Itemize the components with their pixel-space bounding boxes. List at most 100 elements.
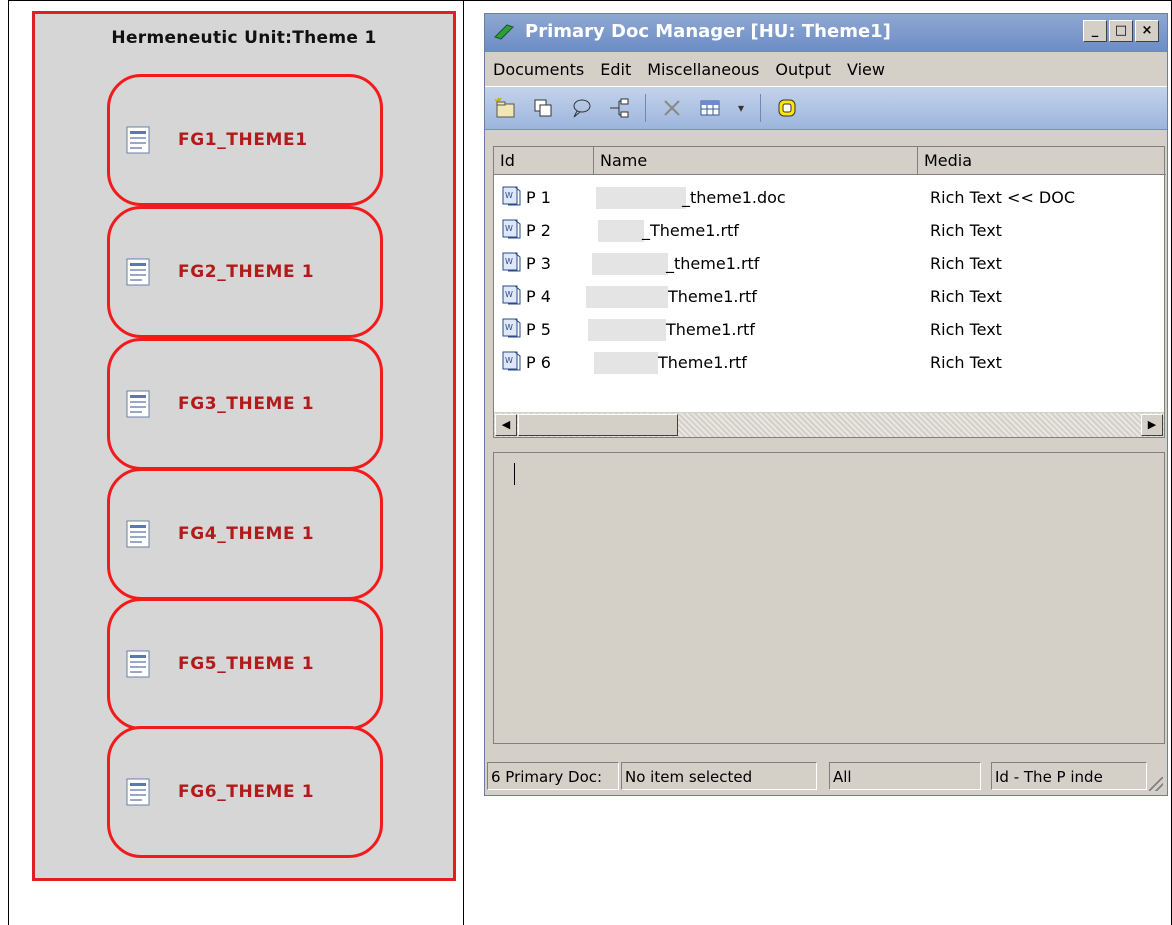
menu-miscellaneous[interactable]: Miscellaneous xyxy=(639,60,767,79)
doc-box-fg4: FG4_THEME 1 xyxy=(107,468,383,600)
word-document-icon: W xyxy=(502,285,521,305)
word-document-icon xyxy=(126,126,150,154)
app-icon xyxy=(494,24,514,40)
status-sort: Id - The P inde xyxy=(991,762,1147,790)
delete-icon[interactable] xyxy=(660,96,684,120)
word-document-icon: W xyxy=(502,318,521,338)
svg-text:W: W xyxy=(505,191,513,200)
doc-box-fg2: FG2_THEME 1 xyxy=(107,206,383,338)
column-header-name[interactable]: Name xyxy=(594,147,918,175)
word-document-icon xyxy=(126,520,150,548)
row-media: Rich Text xyxy=(930,353,1002,372)
redacted-block xyxy=(594,352,658,374)
documents-list[interactable]: Id Name Media W P 1 _theme1.doc Rich Tex… xyxy=(493,146,1166,438)
column-header-id[interactable]: Id xyxy=(494,147,594,175)
highlight-icon[interactable] xyxy=(775,96,799,120)
list-item[interactable]: W P 1 _theme1.doc Rich Text << DOC xyxy=(494,181,1164,214)
svg-text:W: W xyxy=(505,356,513,365)
row-media: Rich Text << DOC xyxy=(930,188,1076,207)
row-name: _Theme1.rtf xyxy=(642,221,739,240)
scroll-right-button[interactable]: ▶ xyxy=(1141,414,1163,436)
toolbar-separator xyxy=(760,94,761,122)
list-header: Id Name Media xyxy=(494,147,1166,175)
doc-label: FG4_THEME 1 xyxy=(178,524,315,544)
doc-label: FG6_THEME 1 xyxy=(178,782,315,802)
resize-grip[interactable] xyxy=(1149,777,1163,791)
maximize-button[interactable]: □ xyxy=(1109,20,1133,42)
scroll-left-button[interactable]: ◀ xyxy=(495,414,517,436)
copy-icon[interactable] xyxy=(531,96,555,120)
list-item[interactable]: W P 6 Theme1.rtf Rich Text xyxy=(494,346,1164,379)
redacted-block xyxy=(592,253,668,275)
list-item[interactable]: W P 4 Theme1.rtf Rich Text xyxy=(494,280,1164,313)
doc-label: FG1_THEME1 xyxy=(178,130,308,150)
status-bar: 6 Primary Doc: No item selected All Id -… xyxy=(485,757,1167,795)
doc-box-fg1: FG1_THEME1 xyxy=(107,74,383,206)
new-document-icon[interactable] xyxy=(493,96,517,120)
svg-text:W: W xyxy=(505,224,513,233)
window-controls: _ □ × xyxy=(1083,20,1159,42)
row-media: Rich Text xyxy=(930,221,1002,240)
row-name: _theme1.rtf xyxy=(666,254,760,273)
comment-icon[interactable] xyxy=(569,96,593,120)
menu-bar: Documents Edit Miscellaneous Output View xyxy=(485,52,1167,86)
word-document-icon xyxy=(126,650,150,678)
redacted-block xyxy=(598,220,644,242)
row-id: P 5 xyxy=(526,320,551,339)
row-id: P 1 xyxy=(526,188,551,207)
doc-label: FG3_THEME 1 xyxy=(178,394,315,414)
list-item[interactable]: W P 5 Theme1.rtf Rich Text xyxy=(494,313,1164,346)
minimize-button[interactable]: _ xyxy=(1083,20,1107,42)
menu-edit[interactable]: Edit xyxy=(592,60,639,79)
word-document-icon xyxy=(126,390,150,418)
primary-doc-manager-window: Primary Doc Manager [HU: Theme1] _ □ × D… xyxy=(484,13,1168,796)
hermeneutic-unit-panel: Hermeneutic Unit:Theme 1 FG1_THEME1 FG2_… xyxy=(32,11,456,881)
doc-label: FG5_THEME 1 xyxy=(178,654,315,674)
row-name: Theme1.rtf xyxy=(668,287,757,306)
menu-output[interactable]: Output xyxy=(767,60,839,79)
row-name: Theme1.rtf xyxy=(658,353,747,372)
title-bar[interactable]: Primary Doc Manager [HU: Theme1] _ □ × xyxy=(485,14,1167,52)
status-count: 6 Primary Doc: xyxy=(487,762,619,790)
svg-text:W: W xyxy=(505,290,513,299)
redacted-block xyxy=(596,187,686,209)
scrollbar-thumb[interactable] xyxy=(518,414,678,436)
row-id: P 3 xyxy=(526,254,551,273)
row-name: Theme1.rtf xyxy=(666,320,755,339)
doc-box-fg6: FG6_THEME 1 xyxy=(107,726,383,858)
list-item[interactable]: W P 2 _Theme1.rtf Rich Text xyxy=(494,214,1164,247)
column-header-media[interactable]: Media xyxy=(918,147,1166,175)
toolbar-separator xyxy=(645,94,646,122)
word-document-icon: W xyxy=(502,351,521,371)
row-id: P 6 xyxy=(526,353,551,372)
row-media: Rich Text xyxy=(930,287,1002,306)
row-id: P 2 xyxy=(526,221,551,240)
row-media: Rich Text xyxy=(930,254,1002,273)
redacted-block xyxy=(586,286,668,308)
close-button[interactable]: × xyxy=(1135,20,1159,42)
status-filter: All xyxy=(829,762,981,790)
toolbar: ▾ xyxy=(485,86,1167,130)
svg-text:W: W xyxy=(505,323,513,332)
redacted-block xyxy=(588,319,666,341)
row-id: P 4 xyxy=(526,287,551,306)
doc-label: FG2_THEME 1 xyxy=(178,262,315,282)
doc-box-fg3: FG3_THEME 1 xyxy=(107,338,383,470)
doc-box-fg5: FG5_THEME 1 xyxy=(107,598,383,730)
menu-documents[interactable]: Documents xyxy=(485,60,592,79)
window-title: Primary Doc Manager [HU: Theme1] xyxy=(525,21,891,42)
word-document-icon: W xyxy=(502,219,521,239)
hu-title: Hermeneutic Unit:Theme 1 xyxy=(111,28,377,48)
word-document-icon xyxy=(126,258,150,286)
dropdown-arrow-icon[interactable]: ▾ xyxy=(736,96,746,120)
menu-view[interactable]: View xyxy=(839,60,893,79)
word-document-icon: W xyxy=(502,252,521,272)
status-selection: No item selected xyxy=(621,762,817,790)
tree-icon[interactable] xyxy=(607,96,631,120)
row-name: _theme1.doc xyxy=(682,188,786,207)
comment-pane[interactable] xyxy=(493,452,1165,744)
table-icon[interactable] xyxy=(698,96,722,120)
column-divider xyxy=(463,0,464,925)
list-item[interactable]: W P 3 _theme1.rtf Rich Text xyxy=(494,247,1164,280)
horizontal-scrollbar[interactable]: ◀ ▶ xyxy=(494,412,1164,437)
